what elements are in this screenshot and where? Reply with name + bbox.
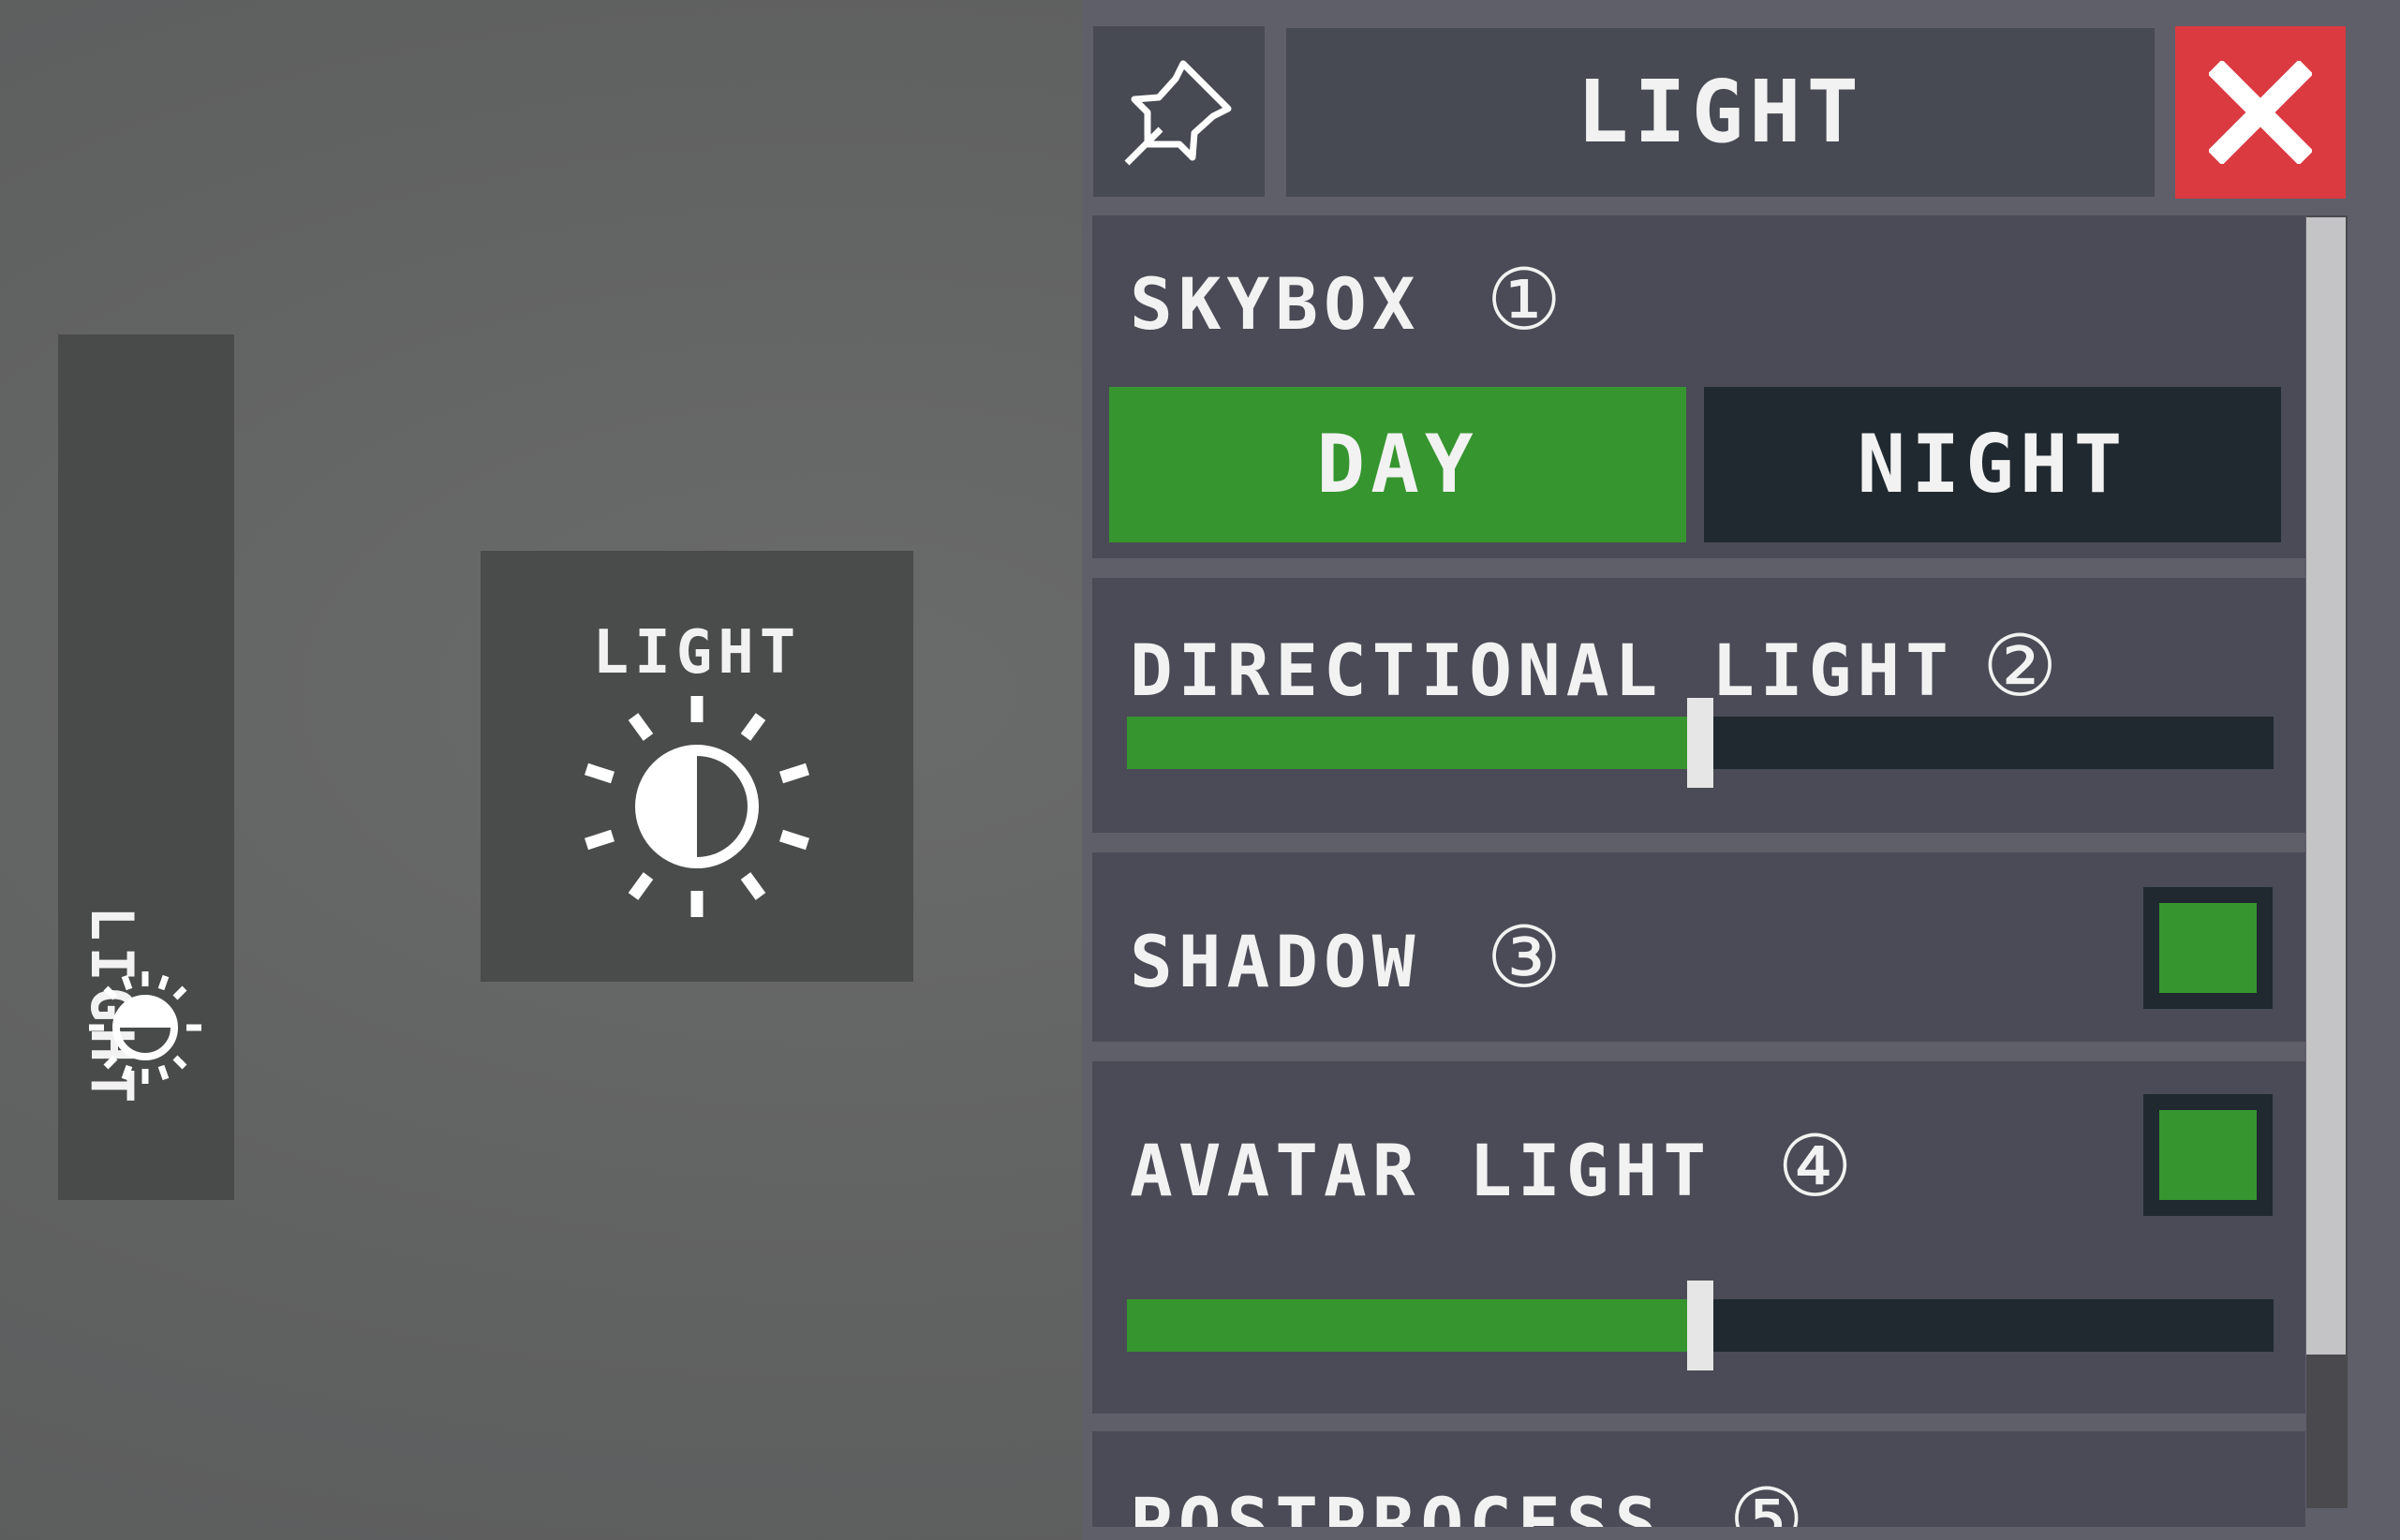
section-title: DIRECTIONAL LIGHT ② [1130, 617, 2058, 716]
checkbox-check [2159, 903, 2257, 993]
avatar-light-slider[interactable] [1127, 1281, 2274, 1370]
section-avatar-light: AVATAR LIGHT ④ [1092, 1061, 2305, 1414]
directional-light-slider[interactable] [1127, 698, 2274, 788]
panel-title-bar[interactable]: LIGHT [1286, 28, 2155, 197]
section-number: ④ [1777, 1118, 1853, 1216]
section-title: SKYBOX ① [1130, 251, 1562, 349]
slider-fill [1127, 1299, 1700, 1352]
section-number: ① [1486, 251, 1563, 349]
section-directional-light: DIRECTIONAL LIGHT ② [1092, 578, 2305, 833]
avatar-light-label: AVATAR LIGHT [1130, 1129, 1712, 1212]
pin-button[interactable] [1093, 26, 1265, 197]
section-title: POSTPROCESS ⑤ [1130, 1471, 1804, 1527]
day-button[interactable]: DAY [1109, 387, 1686, 542]
section-skybox: SKYBOX ① DAY NIGHT [1092, 215, 2305, 558]
shadow-label: SHADOW [1130, 920, 1421, 1003]
slider-handle[interactable] [1687, 1281, 1713, 1370]
postprocess-label: POSTPROCESS [1130, 1482, 1664, 1527]
close-button[interactable] [2175, 26, 2346, 199]
close-icon [2209, 61, 2312, 164]
avatar-light-checkbox[interactable] [2143, 1094, 2273, 1216]
section-number: ③ [1486, 909, 1563, 1007]
tile-label: LIGHT [592, 618, 802, 688]
pin-icon [1124, 60, 1232, 166]
section-title: AVATAR LIGHT ④ [1130, 1118, 1853, 1216]
slider-handle[interactable] [1687, 698, 1713, 788]
skybox-label: SKYBOX [1130, 262, 1421, 346]
night-button[interactable]: NIGHT [1704, 387, 2281, 542]
half-sun-icon [89, 971, 201, 1084]
panel-title: LIGHT [1577, 62, 1864, 162]
side-tab-light[interactable]: LIGHT [58, 334, 234, 1200]
section-postprocess: POSTPROCESS ⑤ [1092, 1431, 2305, 1527]
shadow-checkbox[interactable] [2143, 887, 2273, 1009]
section-shadow: SHADOW ③ [1092, 852, 2305, 1042]
checkbox-check [2159, 1110, 2257, 1200]
section-title: SHADOW ③ [1130, 909, 1562, 1007]
directional-light-label: DIRECTIONAL LIGHT [1130, 629, 1954, 712]
settings-list[interactable]: SKYBOX ① DAY NIGHT DIRECTIONAL LIGHT ② SHA… [1092, 215, 2305, 1527]
scrollbar-thumb[interactable] [2306, 217, 2346, 1355]
slider-fill [1127, 717, 1700, 769]
section-number: ⑤ [1728, 1471, 1805, 1527]
half-sun-icon [585, 696, 809, 917]
light-tile[interactable]: LIGHT [481, 551, 913, 982]
section-number: ② [1981, 617, 2058, 716]
